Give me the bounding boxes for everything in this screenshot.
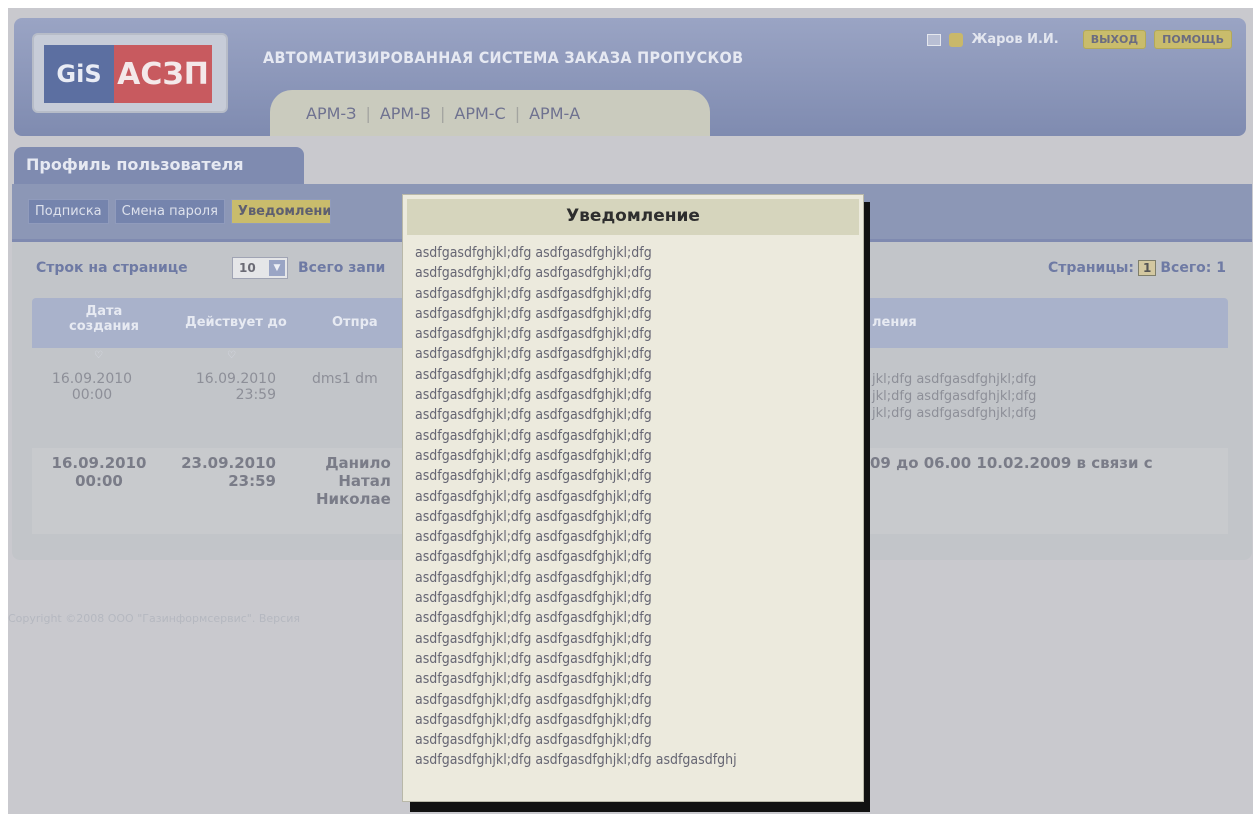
footer-copyright: Copyright ©2008 ООО "Газинформсервис". В… (8, 612, 300, 625)
modal-title: Уведомление (407, 199, 859, 235)
row-text: jkl;dfg asdfgasdfghjkl;dfg jkl;dfg asdfg… (872, 372, 1037, 421)
column-header-sender[interactable]: Отпра (332, 315, 412, 330)
row-sender: Данило Натал Николае (316, 454, 391, 508)
user-bar: Жаров И.И. ВЫХОД ПОМОЩЬ (927, 30, 1232, 49)
row-created: 16.09.2010 00:00 (51, 454, 147, 490)
profile-title: Профиль пользователя (14, 147, 304, 185)
column-header-created[interactable]: Дата создания (58, 304, 150, 334)
chevron-down-icon[interactable]: ▼ (269, 260, 285, 276)
help-button[interactable]: ПОМОЩЬ (1154, 30, 1232, 49)
rows-per-page-select[interactable]: 10 ▼ (232, 257, 288, 279)
row-sender: dms1 dm (312, 371, 378, 387)
arm-tabs: АРМ-З | АРМ-В | АРМ-С | АРМ-А (270, 90, 710, 136)
row-valid-until: 16.09.2010 23:59 (195, 371, 276, 403)
tab-arm-z[interactable]: АРМ-З (300, 104, 362, 123)
mail-icon[interactable] (927, 33, 942, 46)
total-pages-label: Всего: 1 (1160, 260, 1226, 276)
tab-arm-v[interactable]: АРМ-В (374, 104, 437, 123)
tab-arm-a[interactable]: АРМ-А (523, 104, 586, 123)
row-valid-until: 23.09.2010 23:59 (181, 454, 276, 490)
pages-label: Страницы: (1048, 260, 1135, 276)
total-records-label: Всего запи (298, 260, 386, 276)
notification-modal[interactable]: Уведомление asdfgasdfghjkl;dfg asdfgasdf… (402, 194, 864, 802)
tab-arm-s[interactable]: АРМ-С (448, 104, 511, 123)
tab-separator: | (439, 103, 446, 123)
user-name: Жаров И.И. (971, 32, 1059, 47)
logo-ascp: АСЗП (114, 45, 212, 103)
system-title: АВТОМАТИЗИРОВАННАЯ СИСТЕМА ЗАКАЗА ПРОПУС… (263, 48, 744, 67)
tab-separator: | (514, 103, 521, 123)
tab-separator: | (365, 103, 371, 123)
logo: GiS АСЗП (32, 33, 228, 113)
row-text: 09 до 06.00 10.02.2009 в связи с (870, 454, 1153, 472)
header: GiS АСЗП АВТОМАТИЗИРОВАННАЯ СИСТЕМА ЗАКА… (14, 18, 1246, 136)
logo-gis: GiS (44, 45, 114, 103)
logout-button[interactable]: ВЫХОД (1082, 30, 1147, 49)
subtab-change-password[interactable]: Смена пароля (114, 199, 225, 224)
modal-body: asdfgasdfghjkl;dfg asdfgasdfghjkl;dfg as… (415, 245, 737, 769)
row-created: 16.09.2010 00:00 (51, 371, 133, 403)
page-number[interactable]: 1 (1138, 260, 1157, 276)
subtab-notifications[interactable]: Уведомления (230, 199, 331, 224)
column-header-valid-until[interactable]: Действует до (166, 315, 306, 330)
user-icon (949, 32, 964, 47)
rows-per-page-value: 10 (239, 261, 256, 275)
rows-per-page-label: Строк на странице (36, 260, 188, 276)
pagination: Страницы: 1 Всего: 1 (1048, 260, 1226, 276)
column-header-text[interactable]: ления (872, 315, 952, 330)
subtabs: Подписка Смена пароля Уведомления (28, 199, 331, 224)
subtab-subscription[interactable]: Подписка (28, 199, 109, 224)
sort-icon[interactable]: ♡ (94, 350, 103, 361)
sort-icon[interactable]: ♡ (227, 350, 236, 361)
